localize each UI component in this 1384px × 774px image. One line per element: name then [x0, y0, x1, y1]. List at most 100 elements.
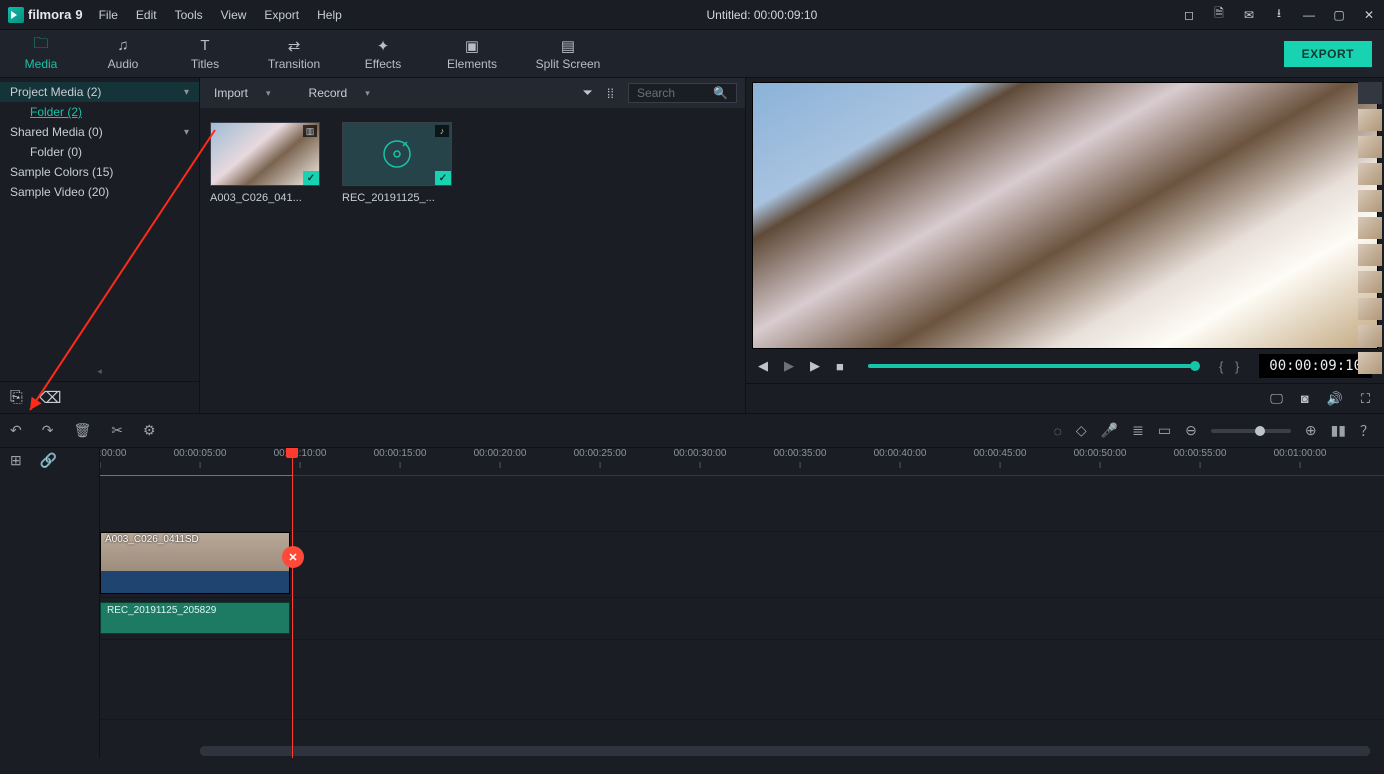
- tab-audio-label: Audio: [108, 57, 139, 71]
- fit-icon[interactable]: ▭: [1158, 422, 1171, 439]
- prev-frame-button[interactable]: ◀: [758, 358, 768, 374]
- timeline-add-track-icon[interactable]: ⊞: [10, 452, 22, 469]
- zoom-in-icon[interactable]: ⊕: [1305, 422, 1317, 439]
- voiceover-icon[interactable]: 🎤: [1101, 422, 1118, 439]
- record-dropdown[interactable]: Record ▾: [303, 86, 376, 100]
- sidebar-item-sample-video[interactable]: Sample Video (20): [0, 182, 199, 202]
- audio-badge-icon: ♪: [435, 125, 449, 137]
- sidebar-item-folder-0[interactable]: Folder (0): [0, 142, 199, 162]
- scissors-marker-icon[interactable]: ✕: [282, 546, 304, 568]
- zoom-out-icon[interactable]: ⊖: [1185, 422, 1197, 439]
- play-button[interactable]: ▶: [810, 358, 820, 374]
- close-icon[interactable]: ✕: [1362, 8, 1376, 22]
- timeline-panel: ↶ ↷ 🗑 ✂ ⚙ ◌ ◇ 🎤 ≣ ▭ ⊖ ⊕ ▮▮ ？ ⊞ 🔗 00:00:0: [0, 413, 1384, 758]
- tab-elements[interactable]: ▣ Elements: [424, 30, 520, 77]
- preview-thumb-strip[interactable]: [1358, 82, 1382, 374]
- effects-icon: ✦: [377, 37, 390, 55]
- audio-mixer-icon[interactable]: ≣: [1132, 422, 1144, 439]
- minimize-icon[interactable]: —: [1302, 8, 1316, 22]
- ruler-mark: 00:00:20:00: [474, 448, 527, 459]
- tab-titles-label: Titles: [191, 57, 219, 71]
- sidebar-collapse-handle[interactable]: ◂: [0, 361, 199, 381]
- cut-icon[interactable]: ✂: [111, 422, 123, 439]
- menu-help[interactable]: Help: [317, 8, 342, 22]
- zoom-slider[interactable]: [1211, 429, 1291, 433]
- playhead[interactable]: ✕: [292, 448, 293, 758]
- tab-transition[interactable]: ⇄ Transition: [246, 30, 342, 77]
- maximize-icon[interactable]: ▢: [1332, 8, 1346, 22]
- sidebar-item-sample-colors[interactable]: Sample Colors (15): [0, 162, 199, 182]
- clip-video[interactable]: A003_C026_0411SD: [100, 532, 290, 594]
- snapshot-icon[interactable]: ◙: [1301, 391, 1309, 406]
- menu-view[interactable]: View: [221, 8, 247, 22]
- render-preview-icon[interactable]: 🖵: [1270, 391, 1283, 407]
- ruler-mark: 00:00:25:00: [574, 448, 627, 459]
- search-input[interactable]: [637, 86, 707, 100]
- timeline-link-icon[interactable]: 🔗: [40, 452, 57, 469]
- adjust-icon[interactable]: ⚙: [143, 422, 156, 439]
- account-icon[interactable]: ◻: [1182, 8, 1196, 22]
- playhead-flag-icon[interactable]: [286, 448, 298, 458]
- sidebar-item-folder-2[interactable]: Folder (2): [0, 102, 199, 122]
- delete-icon[interactable]: 🗑: [73, 422, 91, 439]
- search-icon[interactable]: 🔍: [713, 86, 728, 100]
- tab-effects[interactable]: ✦ Effects: [342, 30, 424, 77]
- menu-file[interactable]: File: [99, 8, 118, 22]
- media-thumb-audio[interactable]: ♪ ✓ REC_20191125_...: [342, 122, 452, 204]
- sidebar-item-label: Shared Media (0): [10, 125, 103, 139]
- tab-audio[interactable]: ♫ Audio: [82, 30, 164, 77]
- save-icon[interactable]: 🗎: [1212, 8, 1226, 22]
- tab-titles[interactable]: T Titles: [164, 30, 246, 77]
- fullscreen-icon[interactable]: ⛶: [1361, 391, 1370, 407]
- chevron-down-icon: ▾: [266, 88, 271, 99]
- export-button[interactable]: EXPORT: [1284, 41, 1372, 67]
- tab-splitscreen[interactable]: ▤ Split Screen: [520, 30, 616, 77]
- ruler-mark: 00:00:45:00: [974, 448, 1027, 459]
- scrollbar-thumb[interactable]: [200, 746, 1370, 756]
- in-out-brackets-icon[interactable]: { }: [1219, 359, 1243, 374]
- search-box[interactable]: 🔍: [628, 83, 737, 103]
- stop-button[interactable]: ■: [836, 359, 844, 374]
- undo-icon[interactable]: ↶: [10, 422, 22, 439]
- volume-icon[interactable]: 🔊: [1327, 391, 1343, 407]
- sidebar-item-label: Sample Video (20): [10, 185, 109, 199]
- sidebar-item-project-media[interactable]: Project Media (2) ▾: [0, 82, 199, 102]
- thumb-label: REC_20191125_...: [342, 192, 452, 204]
- titles-icon: T: [200, 37, 209, 55]
- menu-edit[interactable]: Edit: [136, 8, 157, 22]
- menu-tools[interactable]: Tools: [175, 8, 203, 22]
- logo-icon: [8, 7, 24, 23]
- tab-media[interactable]: 🗀 Media: [0, 30, 82, 77]
- elements-icon: ▣: [465, 37, 479, 55]
- ruler-mark: 00:00:40:00: [874, 448, 927, 459]
- progress-bar[interactable]: [868, 364, 1195, 368]
- chevron-down-icon: ▾: [365, 88, 370, 99]
- timeline-scrollbar[interactable]: [200, 746, 1370, 756]
- import-dropdown[interactable]: Import ▾: [208, 86, 277, 100]
- sidebar-item-shared-media[interactable]: Shared Media (0) ▾: [0, 122, 199, 142]
- menu-export[interactable]: Export: [264, 8, 299, 22]
- record-label: Record: [309, 86, 348, 100]
- document-title: Untitled: 00:00:09:10: [342, 8, 1182, 22]
- tab-media-label: Media: [25, 57, 58, 71]
- message-icon[interactable]: ✉: [1242, 8, 1256, 22]
- play-backward-button[interactable]: ▶: [784, 358, 794, 374]
- grid-view-icon[interactable]: ⁞⁞: [607, 86, 614, 101]
- new-folder-icon[interactable]: ⎘: [10, 389, 23, 407]
- clip-audio[interactable]: REC_20191125_205829: [100, 602, 290, 634]
- chevron-down-icon[interactable]: ▾: [184, 127, 189, 138]
- render-icon[interactable]: ◌: [1054, 423, 1062, 439]
- ruler-mark: 00:00:10:00: [274, 448, 327, 459]
- chevron-down-icon[interactable]: ▾: [184, 87, 189, 98]
- window-icon-group: ◻ 🗎 ✉ ⭳ — ▢ ✕: [1182, 8, 1376, 22]
- redo-icon[interactable]: ↷: [42, 422, 54, 439]
- media-thumb-video[interactable]: ▥ ✓ A003_C026_041...: [210, 122, 320, 204]
- marker-icon[interactable]: ◇: [1076, 422, 1087, 439]
- track-manager-icon[interactable]: ▮▮: [1331, 422, 1346, 439]
- delete-folder-icon[interactable]: ⌫: [39, 388, 62, 408]
- filter-icon[interactable]: ⏷: [582, 85, 592, 101]
- download-icon[interactable]: ⭳: [1272, 8, 1286, 22]
- ruler-mark: 00:00:15:00: [374, 448, 427, 459]
- help-icon[interactable]: ？: [1360, 421, 1374, 441]
- preview-canvas[interactable]: [752, 82, 1378, 349]
